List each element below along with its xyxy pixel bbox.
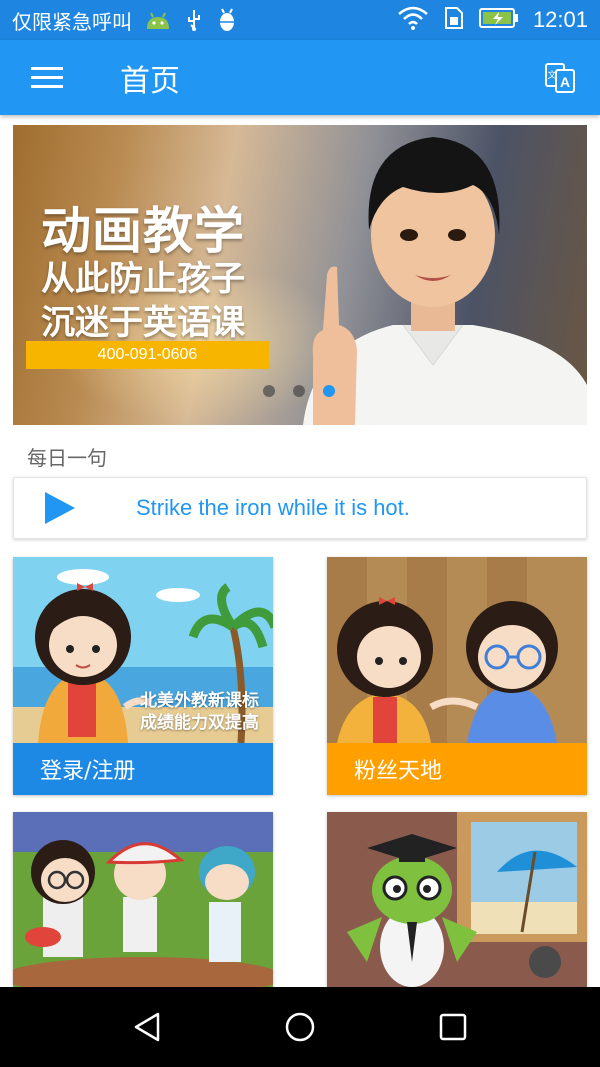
page-title: 首页 [120,63,180,99]
back-icon [134,1012,159,1042]
fans-tile-label: 粉丝天地 [327,743,587,795]
system-nav-bar [0,987,600,1067]
status-clock: 12:01 [532,7,588,32]
carousel-dot-2[interactable] [293,385,305,397]
carousel-indicator [263,385,335,397]
recents-button[interactable] [423,997,483,1057]
bug-icon [216,7,238,33]
login-tile[interactable]: 北美外教新课标 成绩能力双提高 登录/注册 [13,557,273,795]
svg-text:文: 文 [547,69,556,81]
menu-button[interactable] [0,40,94,115]
translate-button[interactable]: A 文 [520,40,600,115]
login-tile-overlay: 北美外教新课标 成绩能力双提高 [140,690,259,734]
status-bar: 仅限紧急呼叫 12:01 [0,0,600,40]
dragon-tile[interactable] [327,812,587,987]
wifi-icon [397,6,429,34]
app-bar: 首页 A 文 [0,40,600,115]
android-icon [144,9,172,31]
play-icon [45,492,75,524]
kids-tile-art [13,812,273,987]
daily-sentence-text: Strike the iron while it is hot. [136,495,410,520]
play-button[interactable] [14,490,104,526]
login-tile-label: 登录/注册 [13,743,273,795]
dragon-tile-art [327,812,587,987]
fans-tile[interactable]: 粉丝天地 [327,557,587,795]
translate-icon: A 文 [545,62,575,93]
child-photo [303,137,587,425]
home-button[interactable] [270,997,330,1057]
promo-banner[interactable]: 动画教学 从此防止孩子 沉迷于英语课 400-091-0606 [13,125,587,425]
banner-phone: 400-091-0606 [26,341,269,369]
carousel-dot-1[interactable] [263,385,275,397]
sim-icon [443,6,465,34]
banner-line-3: 沉迷于英语课 [41,303,245,343]
login-tile-overlay-line-1: 北美外教新课标 [140,691,259,711]
recents-icon [440,1013,467,1041]
login-tile-overlay-line-2: 成绩能力双提高 [140,713,259,733]
fans-tile-art [327,557,587,743]
menu-icon [31,61,63,94]
kids-tile[interactable] [13,812,273,987]
carousel-dot-3[interactable] [323,385,335,397]
usb-icon [184,8,204,32]
banner-line-2: 从此防止孩子 [41,259,245,299]
status-notification-text: 仅限紧急呼叫 [12,9,132,34]
svg-text:A: A [560,74,570,90]
back-button[interactable] [117,997,177,1057]
battery-charging-icon [478,7,519,33]
daily-sentence-label: 每日一句 [27,446,107,470]
daily-sentence-card[interactable]: Strike the iron while it is hot. [13,477,587,539]
home-icon [285,1012,315,1042]
